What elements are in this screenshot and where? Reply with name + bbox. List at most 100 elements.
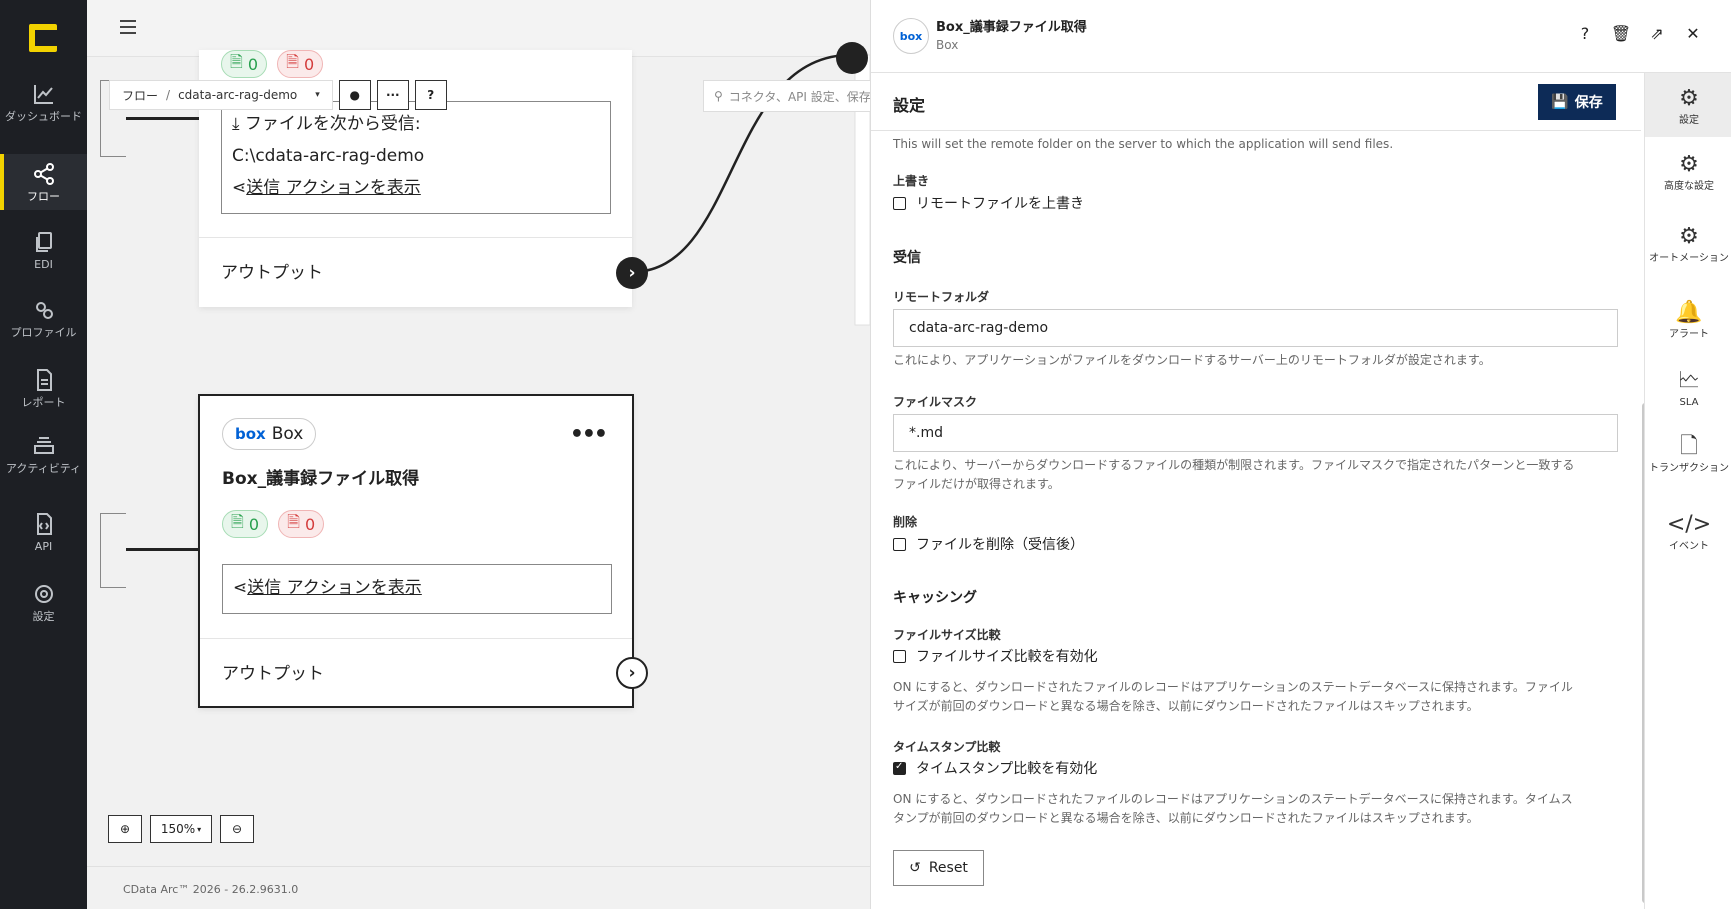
nav-item-profile[interactable]: プロファイル: [0, 298, 87, 348]
panel-actions: ? 🗑 ⇗ ✕: [1576, 24, 1702, 43]
error-count: 0: [304, 514, 316, 534]
connector-line: [126, 117, 199, 120]
help-button[interactable]: ?: [414, 80, 447, 110]
success-badge[interactable]: 🗎 0: [221, 50, 268, 78]
help-icon[interactable]: ?: [1576, 24, 1594, 43]
rail-item-transactions[interactable]: 🗋 トランザクション: [1645, 435, 1731, 475]
more-button[interactable]: ···: [376, 80, 409, 110]
nav-item-edi[interactable]: EDI: [0, 230, 87, 280]
nav-label: アクティビティ: [5, 462, 82, 475]
send-action-link[interactable]: 送信 アクションを表示: [247, 578, 422, 598]
rail-item-alert[interactable]: 🔔 アラート: [1645, 300, 1731, 341]
nav-label: レポート: [21, 396, 66, 409]
error-badge[interactable]: 🗎 0: [278, 510, 325, 538]
file-check-icon: 🗎: [231, 511, 244, 531]
output-row: アウトプット ›: [200, 638, 648, 708]
send-action-link[interactable]: 送信 アクションを表示: [246, 178, 421, 198]
save-button[interactable]: 💾 保存: [1538, 84, 1616, 120]
report-icon: [36, 369, 52, 391]
panel-subtitle: Box: [936, 38, 959, 52]
nav-item-api[interactable]: API: [0, 512, 87, 562]
receive-info-box: ⤓ ファイルを次から受信: C:\cdata-arc-rag-demo ⋖送信 …: [221, 101, 611, 214]
output-connector-icon[interactable]: ›: [616, 257, 648, 289]
size-compare-checkbox[interactable]: ファイルサイズ比較を有効化: [893, 646, 1098, 666]
rail-label: トランザクション: [1649, 463, 1729, 474]
connector-line: [126, 548, 199, 551]
error-badge[interactable]: 🗎 0: [277, 50, 324, 78]
close-icon[interactable]: ✕: [1684, 24, 1702, 43]
rail-label: 設定: [1679, 115, 1699, 126]
error-count: 0: [303, 54, 315, 74]
trash-icon[interactable]: 🗑: [1611, 24, 1631, 43]
zoom-in-button[interactable]: ⊕: [108, 815, 142, 843]
gear-icon: ⚙: [1679, 86, 1699, 111]
reset-icon: ↺: [909, 860, 921, 876]
search-input[interactable]: ⚲ コネクタ、API 設定、保存: [703, 80, 871, 112]
nav-item-activity[interactable]: アクティビティ: [0, 434, 87, 494]
nav-item-settings[interactable]: 設定: [0, 582, 87, 632]
zoom-out-button[interactable]: ⊖: [220, 815, 254, 843]
nav-label: プロファイル: [10, 326, 77, 339]
download-icon: ⤓: [232, 114, 240, 134]
card-menu-icon[interactable]: •••: [570, 422, 608, 447]
flow-canvas[interactable]: 🗎 0 🗎 0 ⤓ ファイルを次から受信: C:\cdata-arc-rag-dem…: [87, 0, 871, 909]
reset-label: Reset: [928, 860, 968, 876]
rail-item-automation[interactable]: ⚙ オートメーション: [1645, 224, 1731, 265]
card-title: Box_議事録ファイル取得: [222, 469, 420, 489]
receive-path: C:\cdata-arc-rag-demo: [232, 146, 425, 166]
zoom-level-select[interactable]: 150% ▾: [150, 815, 212, 843]
external-link-icon[interactable]: ⇗: [1648, 24, 1666, 43]
checkbox-checked-icon: [893, 761, 906, 775]
help-text: これにより、サーバーからダウンロードするファイルの種類が制限されます。ファイルマ…: [893, 458, 1575, 491]
gear-icon: [34, 585, 53, 603]
breadcrumb: フロー / cdata-arc-rag-demo ▾ ● ··· ?: [109, 80, 447, 110]
folder-gear-icon: ⚙: [1679, 224, 1699, 249]
rail-item-events[interactable]: </> イベント: [1645, 512, 1731, 553]
delete-checkbox[interactable]: ファイルを削除（受信後）: [893, 534, 1084, 554]
chevron-down-icon[interactable]: ▾: [315, 90, 320, 100]
code-icon: </>: [1666, 512, 1712, 537]
timestamp-compare-checkbox[interactable]: タイムスタンプ比較を有効化: [893, 758, 1097, 778]
sla-document-icon: 🗠: [1677, 368, 1701, 393]
remote-folder-label: リモートフォルダ: [893, 290, 990, 304]
share-icon: ⋖: [232, 178, 247, 198]
left-nav: ダッシュボード フロー EDI プロファイル レポート アクティビティ API …: [0, 0, 87, 909]
checkbox-icon: [893, 537, 906, 551]
gears-icon: [35, 302, 53, 319]
settings-rail: ⚙ 設定 ⚙ 高度な設定 ⚙ オートメーション 🔔 アラート 🗠 SLA 🗋 ト…: [1644, 73, 1731, 909]
overwrite-label: 上書き: [893, 174, 930, 188]
breadcrumb-root[interactable]: フロー: [122, 87, 158, 104]
file-mask-value: *.md: [909, 425, 943, 441]
checkbox-label: リモートファイルを上書き: [916, 196, 1084, 212]
file-mask-input[interactable]: *.md: [893, 414, 1618, 452]
user-button[interactable]: ●: [338, 80, 371, 110]
reset-button[interactable]: ↺ Reset: [893, 850, 984, 886]
checkbox-label: ファイルを削除（受信後）: [916, 537, 1084, 553]
remote-folder-input[interactable]: cdata-arc-rag-demo: [893, 309, 1618, 347]
nav-item-report[interactable]: レポート: [0, 368, 87, 418]
user-icon: ●: [349, 88, 361, 102]
checkbox-label: ファイルサイズ比較を有効化: [916, 649, 1098, 665]
output-connector-icon[interactable]: ›: [616, 657, 648, 689]
breadcrumb-separator: /: [166, 88, 171, 102]
nav-item-flow[interactable]: フロー: [0, 154, 87, 210]
breadcrumb-flow[interactable]: cdata-arc-rag-demo: [178, 88, 297, 102]
overwrite-checkbox[interactable]: リモートファイルを上書き: [893, 193, 1084, 213]
breadcrumb-box[interactable]: フロー / cdata-arc-rag-demo ▾: [109, 80, 333, 110]
box-logo-icon: box: [235, 425, 266, 443]
rail-item-sla[interactable]: 🗠 SLA: [1645, 368, 1731, 409]
flow-card-box[interactable]: box Box ••• Box_議事録ファイル取得 🗎 0 🗎 0 ⋖送信 アクショ…: [198, 394, 648, 708]
nav-item-dashboard[interactable]: ダッシュボード: [0, 82, 87, 142]
search-placeholder: コネクタ、API 設定、保存: [728, 89, 871, 104]
rail-label: SLA: [1679, 397, 1699, 408]
zoom-out-icon: ⊖: [231, 822, 243, 836]
bell-icon: 🔔: [1675, 300, 1703, 325]
success-badge[interactable]: 🗎 0: [222, 510, 269, 538]
stack-icon: [33, 437, 54, 454]
api-file-icon: [36, 513, 52, 535]
cdata-logo[interactable]: [29, 24, 57, 52]
rail-item-settings[interactable]: ⚙ 設定: [1645, 73, 1731, 137]
rail-label: イベント: [1669, 541, 1709, 552]
rail-item-advanced[interactable]: ⚙ 高度な設定: [1645, 153, 1731, 193]
save-icon: 💾: [1551, 94, 1569, 110]
